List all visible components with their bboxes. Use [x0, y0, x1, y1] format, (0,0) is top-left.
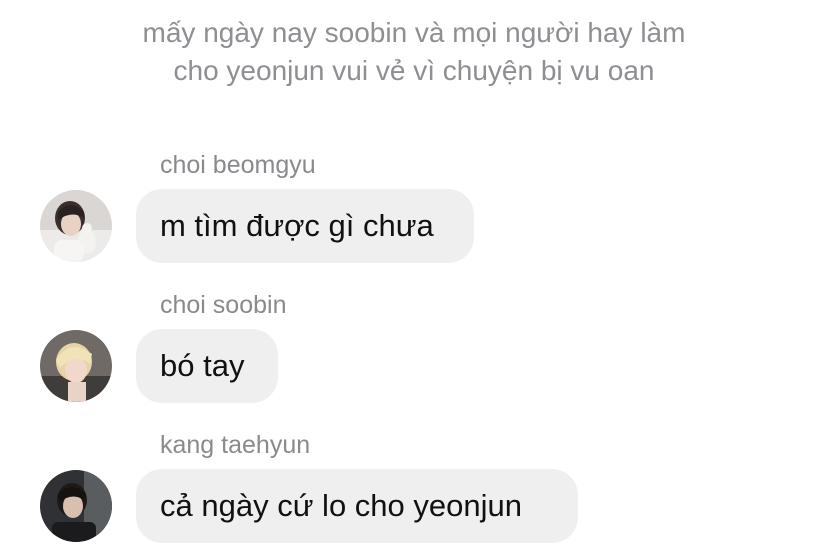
system-message-line-1: mấy ngày nay soobin và mọi người hay làm — [142, 17, 686, 48]
sender-name-beomgyu: choi beomgyu — [160, 151, 316, 179]
avatar-photo-icon — [40, 190, 112, 262]
message-bubble[interactable]: cả ngày cứ lo cho yeonjun — [136, 469, 578, 543]
sender-name-taehyun: kang taehyun — [160, 431, 311, 459]
system-message-line-2: cho yeonjun vui vẻ vì chuyện bị vu oan — [173, 55, 655, 86]
avatar-taehyun[interactable] — [40, 470, 112, 542]
sender-name-soobin: choi soobin — [160, 291, 287, 319]
avatar-photo-icon — [40, 470, 112, 542]
avatar-beomgyu[interactable] — [40, 190, 112, 262]
system-message: mấy ngày nay soobin và mọi người hay làm… — [0, 14, 828, 90]
message-text: m tìm được gì chưa — [160, 208, 434, 243]
message-bubble[interactable]: bó tay — [136, 329, 278, 403]
message-text: bó tay — [160, 348, 245, 383]
avatar-soobin[interactable] — [40, 330, 112, 402]
message-text: cả ngày cứ lo cho yeonjun — [160, 488, 522, 523]
avatar-photo-icon — [40, 330, 112, 402]
message-bubble[interactable]: m tìm được gì chưa — [136, 189, 474, 263]
